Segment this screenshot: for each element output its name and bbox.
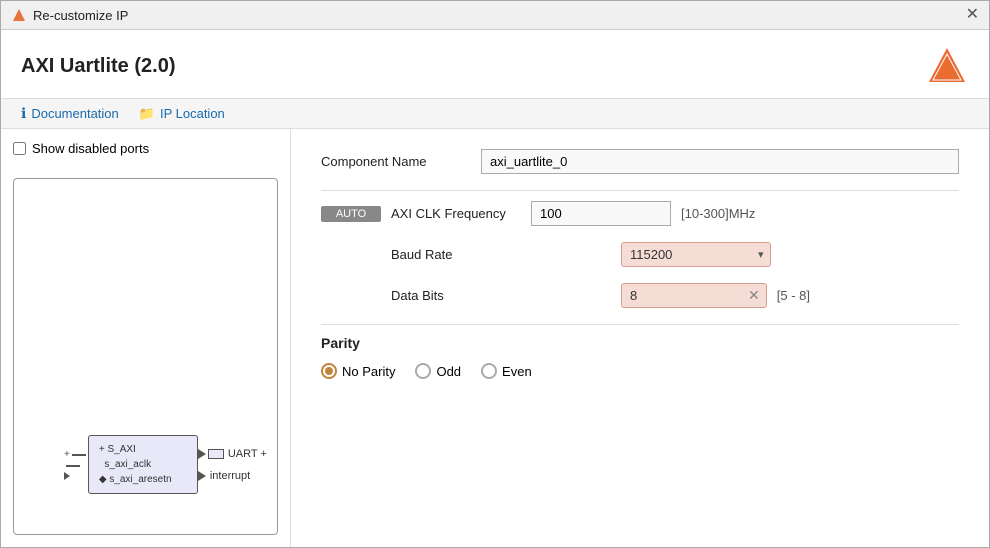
clk-input[interactable]	[531, 201, 671, 226]
left-panel: Show disabled ports +	[1, 129, 291, 547]
show-disabled-label: Show disabled ports	[32, 141, 149, 156]
port-aresetn: ◆ s_axi_aresetn	[99, 472, 187, 487]
show-disabled-row: Show disabled ports	[13, 141, 278, 156]
baud-rate-label: Baud Rate	[321, 247, 621, 262]
even-parity-label: Even	[502, 364, 532, 379]
title-bar: Re-customize IP ✕	[1, 1, 989, 30]
parity-section: Parity No Parity Odd	[321, 335, 959, 379]
interrupt-row: interrupt	[198, 468, 250, 484]
data-bits-row: Data Bits ✕ [5 - 8]	[321, 283, 959, 308]
parity-title: Parity	[321, 335, 959, 351]
connector-s-axi	[72, 454, 86, 456]
parity-odd-option[interactable]: Odd	[415, 363, 461, 379]
arrow-interrupt	[198, 471, 206, 481]
component-name-row: Component Name	[321, 149, 959, 174]
clk-range: [10-300]MHz	[681, 206, 755, 221]
uart-label: UART +	[228, 448, 267, 460]
baud-rate-row: Baud Rate 115200 9600 19200 38400 57600 …	[321, 242, 959, 267]
port-s-axi: + S_AXI	[99, 442, 187, 457]
documentation-label: Documentation	[31, 106, 118, 121]
data-bits-wrapper: ✕	[621, 283, 767, 308]
no-parity-label: No Parity	[342, 364, 395, 379]
auto-badge: AUTO	[321, 206, 381, 222]
data-bits-input[interactable]	[622, 284, 742, 307]
arrow-uart	[198, 449, 206, 459]
data-bits-label: Data Bits	[321, 288, 621, 303]
right-side: UART + interrupt	[198, 446, 267, 484]
connector-aclk	[66, 465, 80, 467]
documentation-link[interactable]: ℹ Documentation	[21, 105, 119, 122]
parity-even-option[interactable]: Even	[481, 363, 532, 379]
folder-icon: 📁	[139, 106, 155, 122]
parity-options-row: No Parity Odd Even	[321, 363, 959, 379]
left-connectors: +	[64, 449, 86, 480]
clk-label: AXI CLK Frequency	[391, 206, 531, 221]
right-panel: Component Name AUTO AXI CLK Frequency [1…	[291, 129, 989, 547]
odd-parity-label: Odd	[436, 364, 461, 379]
clk-row: AUTO AXI CLK Frequency [10-300]MHz	[321, 201, 959, 226]
app-header: AXI Uartlite (2.0)	[1, 30, 989, 99]
no-parity-radio-dot	[325, 367, 333, 375]
even-parity-radio[interactable]	[481, 363, 497, 379]
component-diagram: + + S_AXI	[13, 178, 278, 535]
app-title: AXI Uartlite (2.0)	[21, 55, 175, 78]
title-bar-left: Re-customize IP	[11, 7, 128, 23]
show-disabled-checkbox[interactable]	[13, 142, 26, 155]
parity-no-parity-option[interactable]: No Parity	[321, 363, 395, 379]
main-window: Re-customize IP ✕ AXI Uartlite (2.0) ℹ D…	[0, 0, 990, 548]
baud-rate-select[interactable]: 115200 9600 19200 38400 57600 230400	[622, 243, 752, 266]
no-parity-radio[interactable]	[321, 363, 337, 379]
ip-location-link[interactable]: 📁 IP Location	[139, 106, 225, 122]
auto-clk-group: AUTO	[321, 206, 391, 222]
baud-select-wrapper: 115200 9600 19200 38400 57600 230400 ▾	[621, 242, 771, 267]
info-icon: ℹ	[21, 105, 26, 122]
arrow-aresetn	[64, 472, 70, 480]
uart-row: UART +	[198, 446, 267, 462]
close-button[interactable]: ✕	[966, 7, 979, 23]
xilinx-logo	[925, 44, 969, 88]
app-icon	[11, 7, 27, 23]
odd-parity-radio[interactable]	[415, 363, 431, 379]
data-bits-range: [5 - 8]	[777, 288, 810, 303]
data-bits-clear-button[interactable]: ✕	[742, 285, 766, 306]
content-area: Show disabled ports +	[1, 129, 989, 547]
block-diagram: + + S_AXI	[64, 435, 267, 494]
component-name-label: Component Name	[321, 154, 481, 169]
ip-location-label: IP Location	[160, 106, 225, 121]
divider-2	[321, 324, 959, 325]
interrupt-label: interrupt	[210, 470, 250, 482]
block-body: + S_AXI s_axi_aclk ◆ s_axi_aresetn	[88, 435, 198, 494]
component-name-input[interactable]	[481, 149, 959, 174]
baud-chevron-icon: ▾	[752, 244, 770, 265]
divider-1	[321, 190, 959, 191]
nav-bar: ℹ Documentation 📁 IP Location	[1, 99, 989, 129]
window-title: Re-customize IP	[33, 8, 128, 23]
port-aclk: s_axi_aclk	[99, 457, 187, 472]
uart-connector	[208, 449, 224, 459]
